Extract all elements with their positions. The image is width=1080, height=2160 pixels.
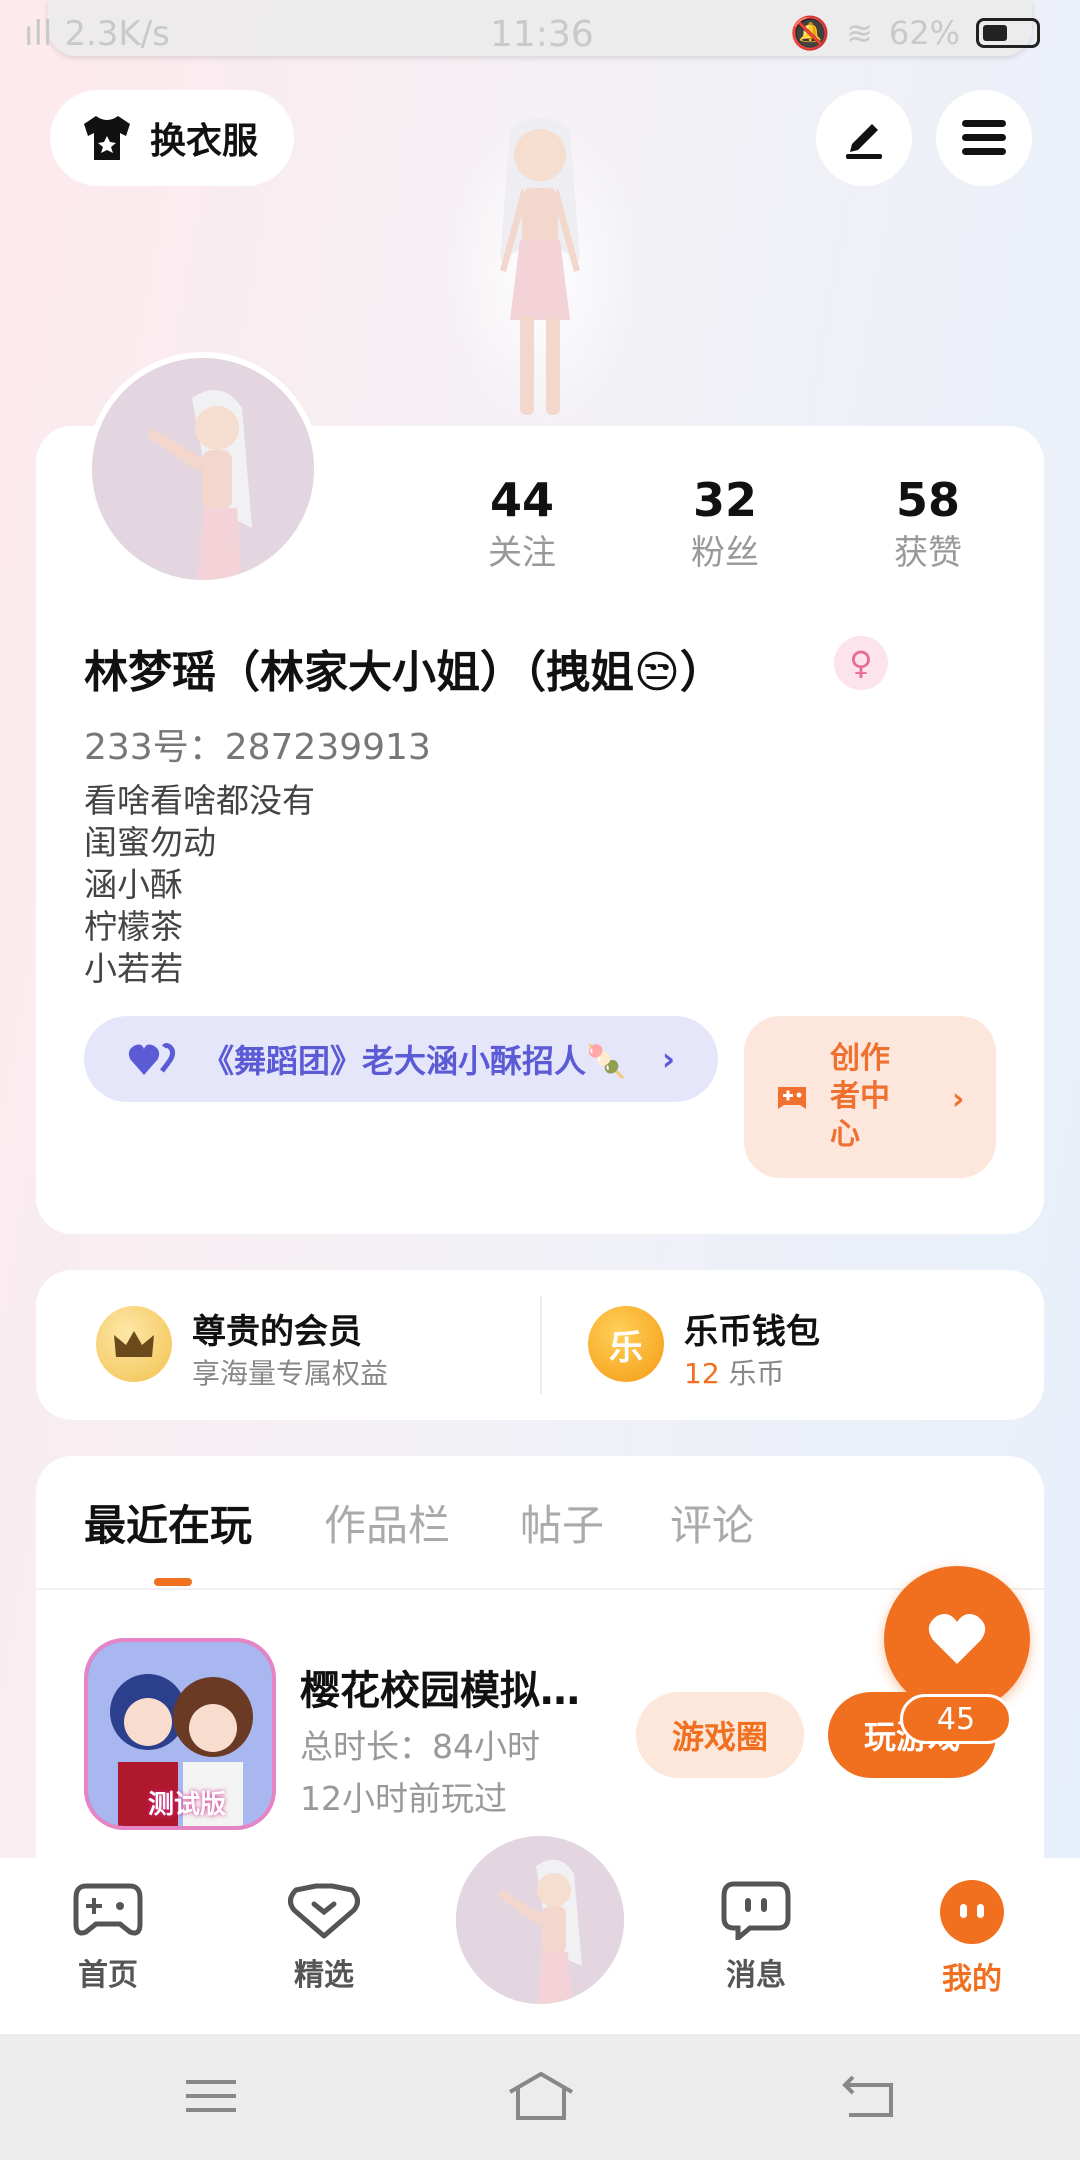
gamepad-plus-icon [778,1087,806,1109]
home-icon[interactable] [496,2066,586,2126]
battery-icon [976,18,1040,48]
like-count-badge: 45 [900,1694,1012,1744]
signal-icon: ıll [24,14,53,54]
announcement-pill[interactable]: 《舞蹈团》老大涵小酥招人🍡 › [84,1016,718,1102]
chevron-right-icon: › [952,1082,965,1117]
wallet-unit: 乐币 [728,1357,785,1390]
bio-line: 闺蜜勿动 [84,823,216,862]
user-id: 233号：287239913 [84,727,431,768]
gamepad-icon [73,1883,143,1936]
tab-works[interactable]: 作品栏 [324,1492,450,1553]
game-total-time: 总时长：84小时 [300,1727,540,1766]
game-title[interactable]: 樱花校园模拟… [300,1658,580,1716]
net-speed: 2.3K/s [64,14,170,54]
tabs-divider [36,1588,1044,1590]
coin-icon: 乐 [588,1306,664,1382]
stat-following[interactable]: 44 关注 [442,470,602,576]
edit-button[interactable] [816,90,912,186]
nav-featured-label: 精选 [294,1958,354,1993]
profile-bio: 看啥看啥都没有 闺蜜勿动 涵小酥 柠檬茶 小若若 [84,780,315,990]
nav-center-avatar[interactable] [456,1836,624,2004]
battery-level: 62% [888,14,960,52]
game-last-played: 12小时前玩过 [300,1779,507,1818]
member-divider [540,1296,542,1394]
creator-center-label: 创作者中心 [830,1041,890,1152]
nav-me-label: 我的 [942,1962,1002,1997]
stat-fans-label: 粉丝 [691,533,759,573]
nav-messages[interactable]: 消息 [686,1880,826,1994]
nav-messages-label: 消息 [726,1958,786,1993]
change-outfit-label: 换衣服 [150,121,259,162]
vip-title[interactable]: 尊贵的会员 [192,1304,362,1353]
pencil-icon [846,124,882,159]
game-icon[interactable]: 测试版 [84,1638,276,1830]
wallet-title[interactable]: 乐币钱包 [684,1304,820,1353]
avatar-image [92,358,314,580]
back-icon[interactable] [824,2066,914,2126]
stat-likes[interactable]: 58 获赞 [848,470,1008,576]
announcement-text: 《舞蹈团》老大涵小酥招人🍡 [202,1042,626,1080]
chevron-right-icon: › [661,1040,676,1078]
like-fab-button[interactable] [884,1566,1030,1712]
nav-home-label: 首页 [78,1958,138,1993]
wallet-balance: 12 乐币 [684,1352,785,1392]
wallet-amount: 12 [684,1357,720,1390]
nav-me[interactable]: 我的 [902,1880,1042,1998]
character-avatar-3d[interactable] [440,110,640,430]
heart-chat-icon [288,1883,360,1939]
tab-posts[interactable]: 帖子 [520,1492,604,1553]
profile-name: 林梦瑶（林家大小姐）（拽姐😒） [84,647,724,698]
status-right: 🔕 ≋ 62% [790,14,1040,52]
shirt-icon [84,116,130,160]
stat-fans[interactable]: 32 粉丝 [645,470,805,576]
active-tab-indicator [154,1578,192,1586]
stat-likes-label: 获赞 [894,533,962,573]
game-circle-button[interactable]: 游戏圈 [636,1692,804,1778]
change-outfit-button[interactable]: 换衣服 [50,90,294,186]
profile-avatar[interactable] [86,352,320,586]
tab-comments[interactable]: 评论 [670,1492,754,1553]
stat-likes-count: 58 [895,473,960,527]
bio-line: 涵小酥 [84,865,183,904]
chat-icon [721,1881,791,1944]
female-gender-icon: ♀ [834,636,888,690]
vip-subtitle: 享海量专属权益 [192,1357,389,1390]
bio-line: 小若若 [84,949,183,988]
tab-recent-played[interactable]: 最近在玩 [84,1492,252,1553]
status-time: 11:36 [490,14,594,55]
bio-line: 柠檬茶 [84,907,183,946]
stat-following-count: 44 [489,473,554,527]
menu-button[interactable] [936,90,1032,186]
bio-line: 看啥看啥都没有 [84,781,315,820]
heart-icon [928,1614,986,1664]
stat-following-label: 关注 [488,533,556,573]
nav-featured[interactable]: 精选 [254,1880,394,1994]
status-left: ıll 2.3K/s [24,14,170,54]
profile-face-icon [940,1880,1004,1944]
double-heart-icon [128,1043,176,1075]
recent-apps-icon[interactable] [166,2066,256,2126]
nav-home[interactable]: 首页 [38,1880,178,1994]
stat-fans-count: 32 [692,473,757,527]
hamburger-icon [962,120,1006,155]
mute-icon: 🔕 [790,14,831,52]
game-icon-badge: 测试版 [148,1790,227,1820]
crown-icon [96,1306,172,1382]
wifi-icon: ≋ [846,14,873,52]
